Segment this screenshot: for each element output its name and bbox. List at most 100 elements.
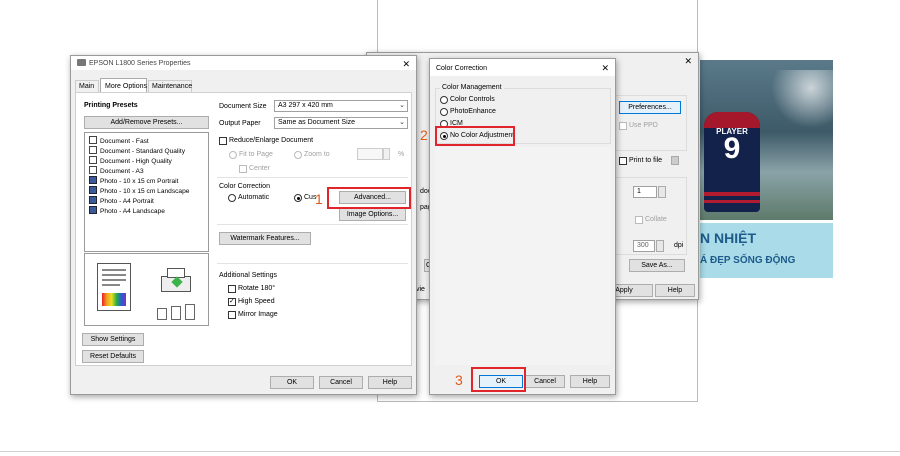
zoom-to-radio[interactable] xyxy=(294,151,302,159)
reduce-enlarge-checkbox[interactable] xyxy=(219,137,227,145)
color-correction-dialog: Color Correction ✕ Color Management Colo… xyxy=(429,58,616,395)
advanced-highlight xyxy=(327,187,411,209)
watermark-features-button[interactable]: Watermark Features... xyxy=(219,232,311,245)
help-button[interactable]: Help xyxy=(368,376,412,389)
preset-item[interactable]: Document - Fast xyxy=(89,136,149,146)
print-to-file-checkbox[interactable] xyxy=(619,157,627,165)
custom-radio[interactable] xyxy=(294,194,302,202)
tab-main-label: Main xyxy=(79,83,95,90)
preset-label: Document - A3 xyxy=(100,168,144,175)
color-correction-label: Color Correction xyxy=(219,183,270,190)
tab-main[interactable]: Main xyxy=(75,80,99,92)
center-checkbox[interactable] xyxy=(239,165,247,173)
close-icon[interactable]: ✕ xyxy=(601,63,609,74)
tab-maintenance[interactable]: Maintenance xyxy=(148,80,192,92)
zoom-input[interactable] xyxy=(357,148,383,160)
chevron-down-icon: ⌄ xyxy=(399,119,405,126)
high-speed-label: High Speed xyxy=(238,298,275,305)
document-size-select[interactable]: A3 297 x 420 mm ⌄ xyxy=(274,100,408,112)
zoom-to-label: Zoom to xyxy=(304,151,330,158)
print-to-file-box xyxy=(671,156,679,165)
collate-checkbox[interactable] xyxy=(635,216,643,224)
mirror-image-label: Mirror Image xyxy=(238,311,278,318)
paper-stack-icon xyxy=(157,304,197,320)
mirror-image-checkbox[interactable] xyxy=(228,311,236,319)
preset-item[interactable]: Photo - A4 Landscape xyxy=(89,206,165,216)
collate-label: Collate xyxy=(645,216,667,223)
presets-list[interactable]: Document - Fast Document - Standard Qual… xyxy=(84,132,209,252)
help-button[interactable]: Help xyxy=(570,375,610,388)
reset-defaults-button[interactable]: Reset Defaults xyxy=(82,350,144,363)
preset-label: Photo - A4 Landscape xyxy=(100,208,165,215)
page-preview-icon xyxy=(97,263,131,311)
dpi-input[interactable]: 300 xyxy=(633,240,655,252)
high-speed-checkbox[interactable]: ✓ xyxy=(228,298,236,306)
preset-item[interactable]: Photo - 10 x 15 cm Landscape xyxy=(89,186,189,196)
preset-item[interactable]: Document - A3 xyxy=(89,166,144,176)
close-icon[interactable]: ✕ xyxy=(684,56,692,67)
jersey-number: 9 xyxy=(723,132,741,165)
use-ppd-label: Use PPD xyxy=(629,122,658,129)
epson-properties-dialog: EPSON L1800 Series Properties ✕ Main Mor… xyxy=(70,55,417,395)
preset-item[interactable]: Document - Standard Quality xyxy=(89,146,185,156)
divider xyxy=(217,224,408,225)
automatic-radio[interactable] xyxy=(228,194,236,202)
image-options-button[interactable]: Image Options... xyxy=(339,208,406,221)
center-label: Center xyxy=(249,165,271,172)
preset-label: Photo - 10 x 15 cm Landscape xyxy=(100,188,190,195)
fit-to-page-radio[interactable] xyxy=(229,151,237,159)
preset-label: Photo - A4 Portrait xyxy=(100,198,154,205)
cancel-button[interactable]: Cancel xyxy=(525,375,565,388)
checkmark-icon: ✓ xyxy=(229,298,235,305)
close-icon[interactable]: ✕ xyxy=(402,59,410,70)
dpi-label: dpi xyxy=(674,242,684,249)
ok-button[interactable]: OK xyxy=(270,376,314,389)
copies-input[interactable]: 1 xyxy=(633,186,657,198)
settings-area xyxy=(435,147,611,365)
fit-to-page-label: Fit to Page xyxy=(239,151,273,158)
back-help-button[interactable]: Help xyxy=(655,284,695,297)
photoenhance-radio[interactable] xyxy=(440,108,448,116)
automatic-label: Automatic xyxy=(238,194,270,201)
rotate-180-checkbox[interactable] xyxy=(228,285,236,293)
preset-item[interactable]: Document - High Quality xyxy=(89,156,172,166)
tab-more-options[interactable]: More Options xyxy=(100,78,147,93)
preset-label: Document - High Quality xyxy=(100,158,172,165)
title-bar: Color Correction ✕ xyxy=(430,59,615,76)
step-3-label: 3 xyxy=(455,372,463,388)
step-1-label: 1 xyxy=(315,191,323,207)
divider xyxy=(217,263,408,264)
photo-icon xyxy=(89,176,97,184)
add-remove-presets-button[interactable]: Add/Remove Presets... xyxy=(84,116,209,129)
rotate-180-label: Rotate 180° xyxy=(238,285,276,292)
printing-presets-heading: Printing Presets xyxy=(84,102,138,109)
zoom-unit: % xyxy=(398,151,405,158)
divider xyxy=(217,177,408,178)
output-paper-select[interactable]: Same as Document Size ⌄ xyxy=(274,117,408,129)
printer-output-icon xyxy=(159,266,195,298)
ad-stadium-lights xyxy=(760,70,833,130)
reduce-enlarge-label: Reduce/Enlarge Document xyxy=(229,137,314,144)
photoenhance-label: PhotoEnhance xyxy=(450,108,496,115)
ad-text-line2: Á ĐẸP SỐNG ĐỘNG xyxy=(700,255,796,266)
preset-item[interactable]: Photo - 10 x 15 cm Portrait xyxy=(89,176,178,186)
document-size-label: Document Size xyxy=(219,103,267,110)
tab-maintenance-label: Maintenance xyxy=(152,83,193,90)
print-to-file-label: Print to file xyxy=(629,157,663,164)
cancel-button[interactable]: Cancel xyxy=(319,376,363,389)
partial-vie-label: vie xyxy=(416,286,425,293)
copies-spinner[interactable] xyxy=(658,186,666,198)
use-ppd-checkbox[interactable] xyxy=(619,122,627,130)
save-as-button[interactable]: Save As... xyxy=(629,259,685,272)
photo-icon xyxy=(89,186,97,194)
photo-icon xyxy=(89,206,97,214)
zoom-spinner[interactable] xyxy=(383,148,390,160)
color-controls-radio[interactable] xyxy=(440,96,448,104)
show-settings-button[interactable]: Show Settings xyxy=(82,333,144,346)
chevron-down-icon: ⌄ xyxy=(399,102,405,109)
dpi-spinner[interactable] xyxy=(656,240,664,252)
preset-item[interactable]: Photo - A4 Portrait xyxy=(89,196,154,206)
dialog-title: Color Correction xyxy=(436,65,487,72)
preferences-button[interactable]: Preferences... xyxy=(619,101,681,114)
document-icon xyxy=(89,166,97,174)
